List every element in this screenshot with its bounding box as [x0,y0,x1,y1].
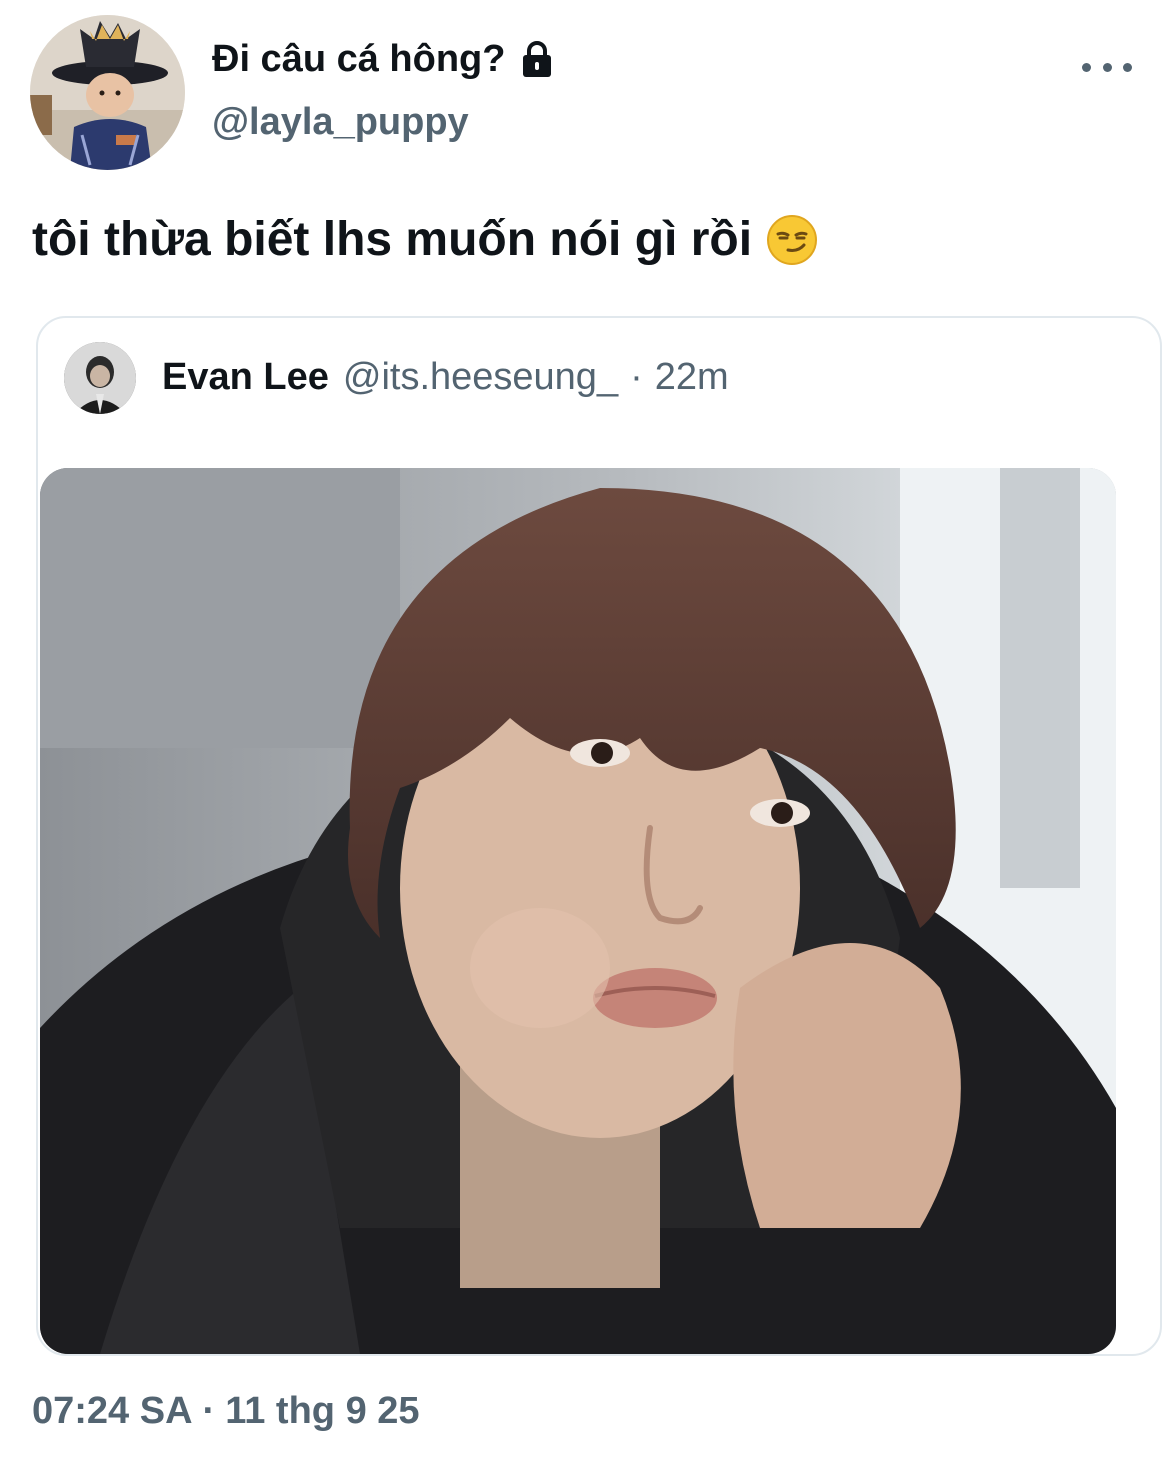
quoted-photo-image [40,468,1116,1354]
more-dot-icon [1123,62,1132,72]
tweet-date: 11 thg 9 25 [225,1390,420,1432]
author-avatar-photo [30,15,185,170]
tweet-timestamp[interactable]: 07:24 SA · 11 thg 9 25 [32,1385,420,1437]
quoted-tweet-photo[interactable] [40,468,1116,1354]
tweet-text-content: tôi thừa biết lhs muốn nói gì rồi [32,213,753,266]
tweet-time: 07:24 SA [32,1390,193,1432]
author-avatar[interactable] [30,15,185,170]
more-dot-icon [1102,62,1112,72]
smirking-face-icon [767,215,818,265]
quoted-header-separator: · [630,356,643,398]
timestamp-separator: · [202,1390,216,1432]
quoted-tweet-time[interactable]: 22m [655,352,729,402]
more-options-button[interactable] [1082,50,1132,84]
quoted-tweet-header: Evan Lee @its.heeseung_ · 22m [162,352,729,402]
author-display-name[interactable]: Đi câu cá hông? [212,34,557,84]
quoted-author-avatar-photo [64,342,136,414]
author-handle[interactable]: @layla_puppy [212,97,469,147]
more-dot-icon [1082,62,1091,72]
quoted-author-handle[interactable]: @its.heeseung_ [343,352,618,402]
quoted-author-avatar[interactable] [64,342,136,414]
author-display-name-text: Đi câu cá hông? [212,38,506,80]
lock-icon [523,41,552,77]
quoted-tweet-card[interactable]: Evan Lee @its.heeseung_ · 22m [36,316,1162,1356]
quoted-author-name[interactable]: Evan Lee [162,352,329,402]
tweet-text: tôi thừa biết lhs muốn nói gì rồi [32,208,818,272]
